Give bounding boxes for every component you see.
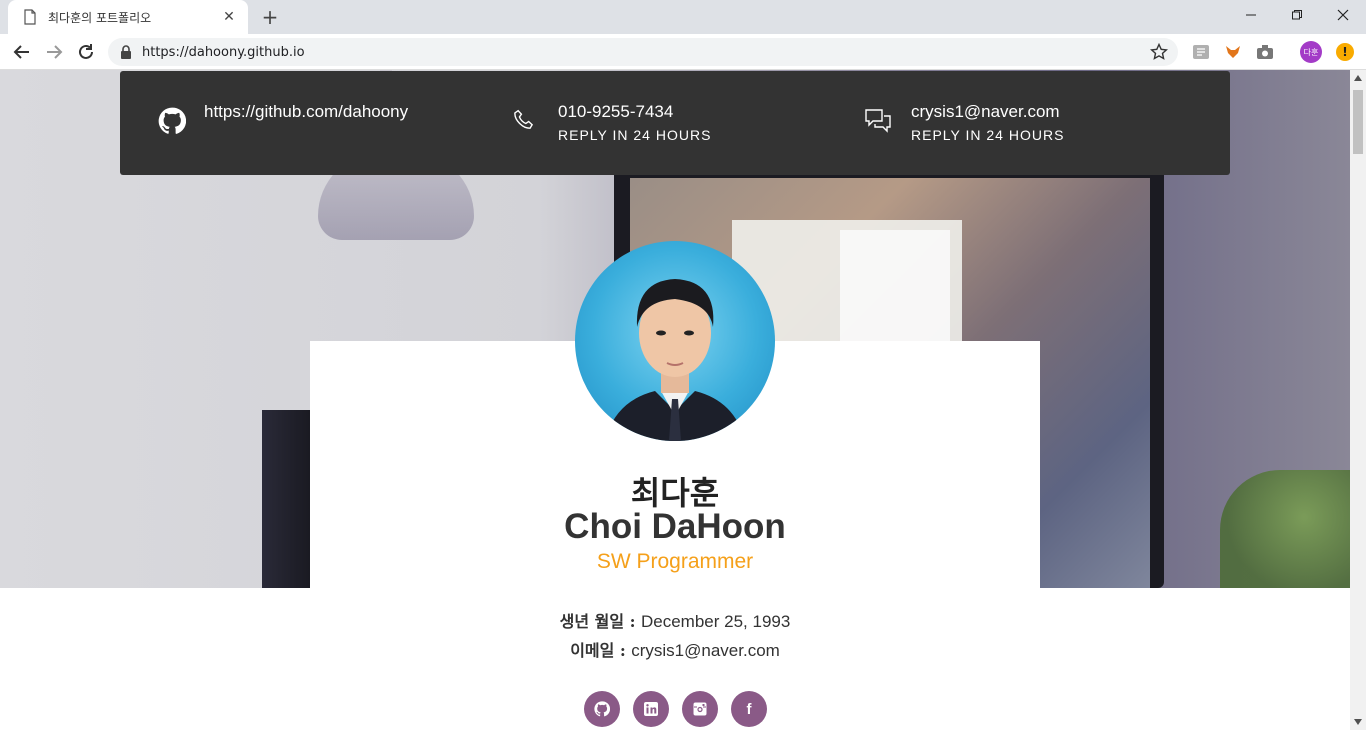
- address-bar[interactable]: https://dahoony.github.io: [108, 38, 1178, 66]
- close-tab-icon[interactable]: ✕: [220, 8, 238, 26]
- job-title: SW Programmer: [596, 550, 754, 573]
- contact-email[interactable]: crysis1@naver.com REPLY IN 24 HOURS: [844, 71, 1230, 175]
- restore-icon[interactable]: [1274, 0, 1320, 30]
- laptop-edge: [262, 410, 310, 588]
- facebook-social-icon[interactable]: f: [731, 691, 767, 727]
- email-line: 이메일 : crysis1@naver.com: [310, 637, 1040, 661]
- plant: [1220, 470, 1350, 588]
- contact-github[interactable]: https://github.com/dahoony: [120, 71, 490, 175]
- scroll-down-icon[interactable]: [1350, 714, 1366, 730]
- phone-reply-note: REPLY IN 24 HOURS: [558, 127, 712, 143]
- extension-grey-icon[interactable]: [1192, 43, 1210, 61]
- scroll-up-icon[interactable]: [1350, 70, 1366, 86]
- github-icon: [158, 107, 186, 135]
- email-label: 이메일 :: [570, 641, 626, 660]
- email-value: crysis1@naver.com: [631, 641, 780, 660]
- github-link[interactable]: https://github.com/dahoony: [204, 102, 408, 122]
- lock-icon: [121, 45, 131, 59]
- chat-icon: [864, 107, 892, 135]
- linkedin-social-icon[interactable]: [633, 691, 669, 727]
- contact-phone[interactable]: 010-9255-7434 REPLY IN 24 HOURS: [490, 71, 844, 175]
- bookmark-star-icon[interactable]: [1150, 43, 1168, 61]
- alert-icon[interactable]: !: [1336, 43, 1354, 61]
- page-viewport: https://github.com/dahoony 010-9255-7434…: [0, 70, 1350, 730]
- github-social-icon[interactable]: [584, 691, 620, 727]
- profile-avatar[interactable]: 다훈: [1300, 41, 1322, 63]
- page-icon: [24, 9, 36, 25]
- phone-icon: [510, 107, 538, 135]
- page-scrollbar[interactable]: [1350, 70, 1366, 730]
- minimize-icon[interactable]: [1228, 0, 1274, 30]
- birth-date-value: December 25, 1993: [641, 612, 791, 631]
- camera-icon[interactable]: [1256, 43, 1274, 61]
- email-address[interactable]: crysis1@naver.com: [911, 102, 1060, 122]
- phone-number[interactable]: 010-9255-7434: [558, 102, 673, 122]
- tab-strip: 최다훈의 포트폴리오 ✕ +: [0, 0, 1366, 34]
- new-tab-icon[interactable]: +: [258, 5, 282, 29]
- social-links: f: [584, 691, 767, 727]
- browser-toolbar: https://dahoony.github.io 다훈 !: [0, 34, 1366, 70]
- profile-photo: [575, 241, 775, 441]
- contact-bar: https://github.com/dahoony 010-9255-7434…: [120, 71, 1230, 175]
- browser-tab[interactable]: 최다훈의 포트폴리오 ✕: [8, 0, 248, 34]
- close-window-icon[interactable]: [1320, 0, 1366, 30]
- url-text: https://dahoony.github.io: [142, 44, 305, 60]
- birth-date-label: 생년 월일 :: [559, 612, 636, 631]
- forward-icon[interactable]: [42, 40, 66, 64]
- name-english: Choi DaHoon: [564, 507, 786, 546]
- reload-icon[interactable]: [74, 40, 98, 64]
- scroll-thumb[interactable]: [1353, 90, 1363, 154]
- birth-date-line: 생년 월일 : December 25, 1993: [310, 608, 1040, 632]
- instagram-social-icon[interactable]: [682, 691, 718, 727]
- fox-extension-icon[interactable]: [1224, 43, 1242, 61]
- email-reply-note: REPLY IN 24 HOURS: [911, 127, 1065, 143]
- back-icon[interactable]: [10, 40, 34, 64]
- tab-title: 최다훈의 포트폴리오: [48, 10, 152, 25]
